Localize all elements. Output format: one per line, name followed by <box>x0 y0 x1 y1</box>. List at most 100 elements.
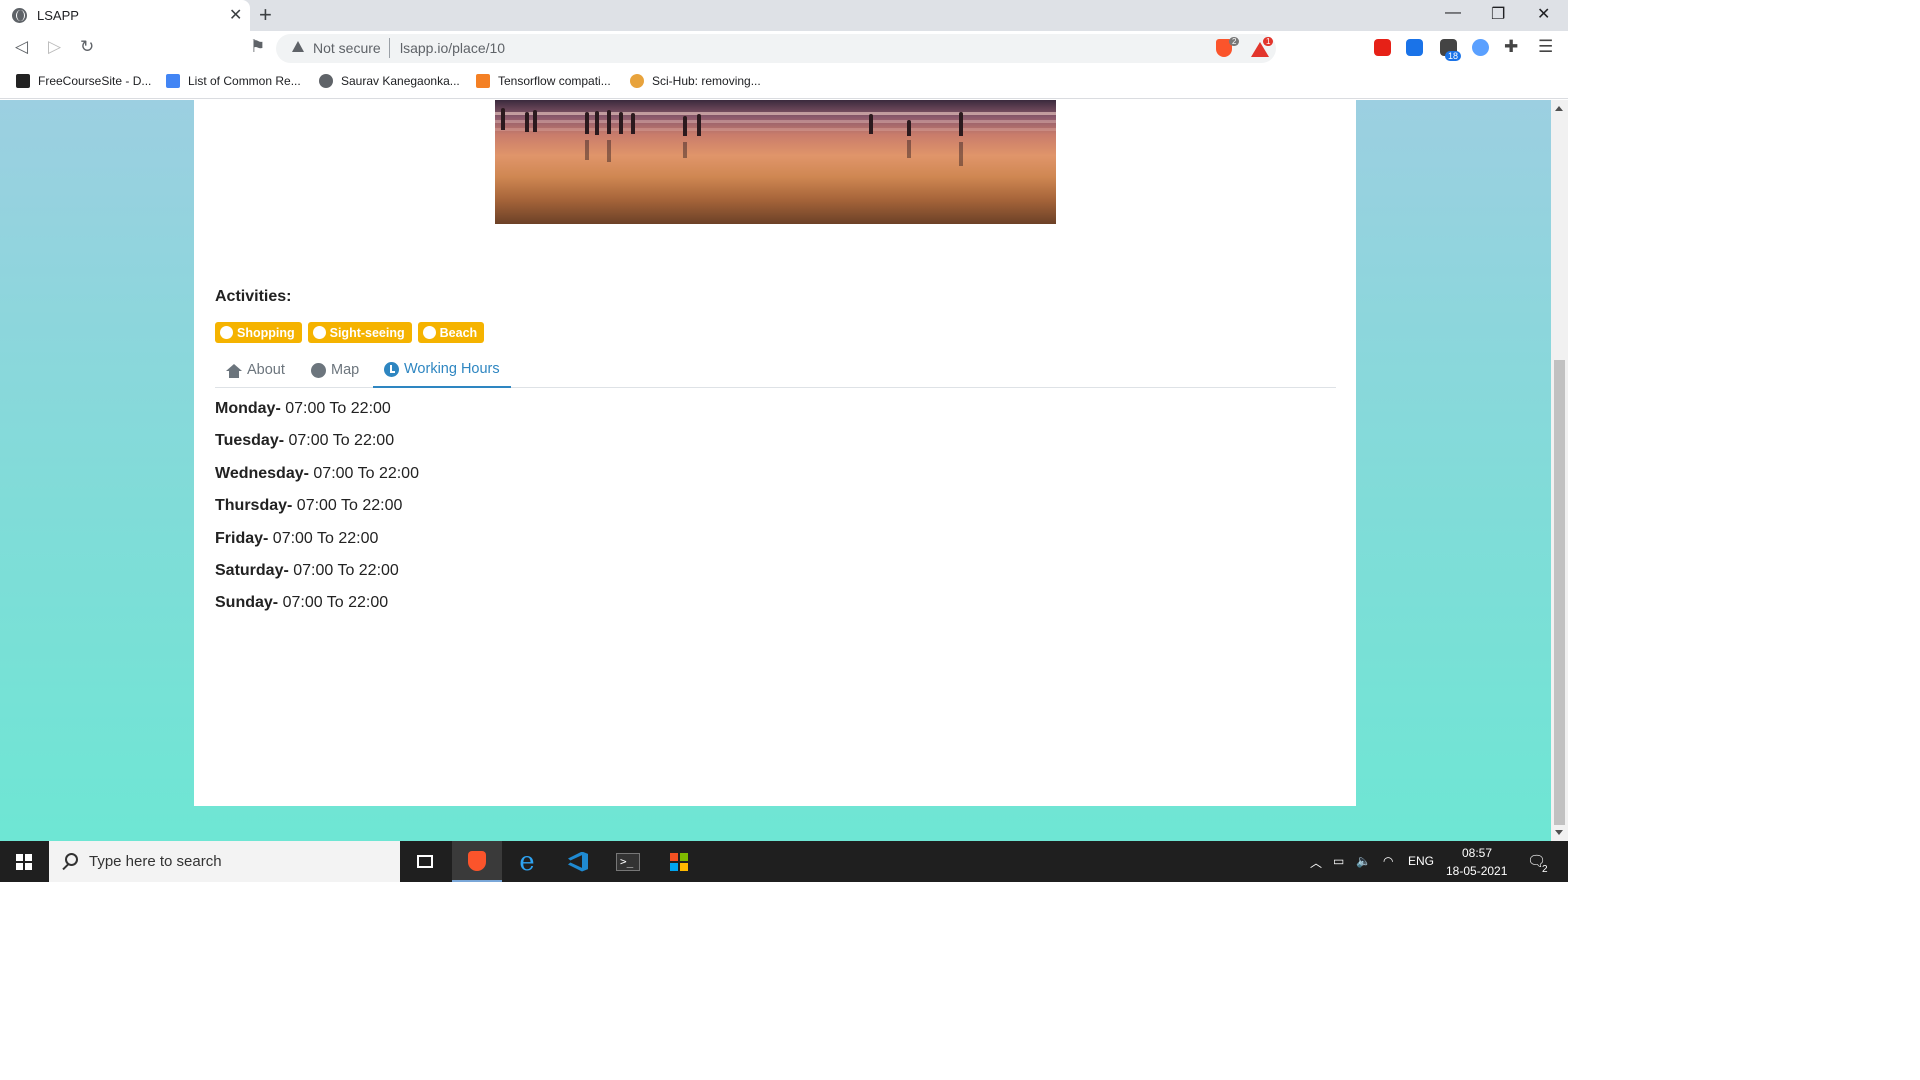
extensions-puzzle-icon[interactable]: ✚ <box>1504 37 1518 57</box>
hours-row: Monday- 07:00 To 22:00 <box>215 400 419 432</box>
youtube-extension-icon[interactable] <box>1374 39 1391 56</box>
hours-row: Sunday- 07:00 To 22:00 <box>215 594 419 626</box>
restore-icon[interactable]: ❐ <box>1491 4 1505 24</box>
sun-icon <box>313 327 325 338</box>
wifi-icon[interactable]: ◠ <box>1383 854 1393 868</box>
hours-row: Thursday- 07:00 To 22:00 <box>215 497 419 529</box>
hours-value: 07:00 To 22:00 <box>278 594 389 612</box>
brave-browser-icon[interactable] <box>452 841 502 882</box>
sun-icon <box>423 327 435 338</box>
browser-toolbar: ◁ ▷ ↻ ⚑ Not secure lsapp.io/place/10 2 1… <box>0 31 1568 66</box>
read-aloud-extension-icon[interactable] <box>1472 39 1489 56</box>
place-tabs: About Map Working Hours <box>215 352 1336 388</box>
clock-date[interactable]: 18-05-2021 <box>1446 864 1507 878</box>
close-tab-icon[interactable]: ✕ <box>229 5 242 25</box>
day-label: Saturday- <box>215 561 289 579</box>
search-icon <box>65 853 78 866</box>
minimize-icon[interactable]: — <box>1445 4 1461 22</box>
bookmark-favicon-icon <box>16 74 30 88</box>
hours-value: 07:00 To 22:00 <box>288 561 399 579</box>
day-label: Tuesday- <box>215 432 285 450</box>
menu-icon[interactable]: ☰ <box>1538 37 1553 57</box>
search-placeholder: Type here to search <box>89 853 222 870</box>
day-label: Monday- <box>215 400 281 417</box>
hours-value: 07:00 To 22:00 <box>280 400 391 417</box>
activity-badge: Shopping <box>215 322 302 343</box>
url-divider <box>389 38 390 58</box>
sun-icon <box>221 327 232 338</box>
battery-icon[interactable]: ▭ <box>1333 854 1344 868</box>
page-scrollbar[interactable] <box>1551 100 1568 841</box>
activities-heading: Activities: <box>215 288 292 305</box>
place-image <box>495 100 1056 224</box>
scroll-down-icon[interactable] <box>1555 830 1563 835</box>
globe-icon <box>319 74 333 88</box>
bookmarks-bar: FreeCourseSite - D... List of Common Re.… <box>0 66 1568 99</box>
hours-row: Friday- 07:00 To 22:00 <box>215 530 419 562</box>
edge-icon[interactable]: e <box>502 841 552 882</box>
taskbar-search[interactable]: Type here to search <box>49 841 400 882</box>
extension-count-badge: 18 <box>1445 51 1462 61</box>
activity-badge: Sight-seeing <box>307 322 412 343</box>
url-text: lsapp.io/place/10 <box>400 40 506 56</box>
stackoverflow-icon <box>476 74 490 88</box>
scroll-up-icon[interactable] <box>1555 106 1563 111</box>
notification-count: 2 <box>1542 864 1548 875</box>
bookmark-item[interactable]: Saurav Kanegaonka... <box>319 74 460 88</box>
hours-row: Wednesday- 07:00 To 22:00 <box>215 465 419 497</box>
day-label: Wednesday- <box>215 464 309 482</box>
bookmark-item[interactable]: Sci-Hub: removing... <box>630 74 761 88</box>
new-tab-icon[interactable]: + <box>259 2 272 28</box>
working-hours-list: Monday- 07:00 To 22:00 Tuesday- 07:00 To… <box>215 400 419 627</box>
tab-working-hours[interactable]: Working Hours <box>373 352 511 388</box>
hours-row: Saturday- 07:00 To 22:00 <box>215 562 419 594</box>
day-label: Friday- <box>215 529 269 547</box>
windows-taskbar: Type here to search e >_ ︿ ▭ 🔈 ◠ ENG 08:… <box>0 841 1568 882</box>
volume-icon[interactable]: 🔈 <box>1356 854 1371 868</box>
globe-icon <box>12 8 27 23</box>
back-icon[interactable]: ◁ <box>15 37 28 57</box>
docs-icon <box>166 74 180 88</box>
rewards-count-badge: 1 <box>1263 37 1274 46</box>
hours-value: 07:00 To 22:00 <box>292 497 403 515</box>
browser-tab[interactable]: LSAPP ✕ <box>0 0 250 31</box>
bookmark-item[interactable]: List of Common Re... <box>166 74 301 88</box>
scihub-icon <box>630 74 644 88</box>
hours-value: 07:00 To 22:00 <box>268 529 379 547</box>
bookmark-item[interactable]: FreeCourseSite - D... <box>16 74 151 88</box>
forward-icon[interactable]: ▷ <box>48 37 61 57</box>
close-window-icon[interactable]: ✕ <box>1537 4 1550 24</box>
scrollbar-thumb[interactable] <box>1554 360 1565 825</box>
address-bar[interactable]: Not secure lsapp.io/place/10 2 1 <box>276 34 1276 63</box>
globe-icon <box>311 362 326 378</box>
task-view-icon[interactable] <box>400 841 450 882</box>
clock-time[interactable]: 08:57 <box>1462 846 1492 860</box>
hours-value: 07:00 To 22:00 <box>284 432 395 450</box>
bookmark-item[interactable]: Tensorflow compati... <box>476 74 611 88</box>
tab-map[interactable]: Map <box>300 352 370 388</box>
hours-row: Tuesday- 07:00 To 22:00 <box>215 432 419 464</box>
vscode-icon[interactable] <box>553 841 603 882</box>
store-icon[interactable] <box>654 841 704 882</box>
home-icon <box>226 363 242 378</box>
hours-value: 07:00 To 22:00 <box>308 464 419 482</box>
tab-about[interactable]: About <box>215 352 296 388</box>
place-card: Activities: Shopping Sight-seeing Beach … <box>194 100 1356 806</box>
tab-strip: LSAPP ✕ + — ❐ ✕ <box>0 0 1568 31</box>
activity-badges: Shopping Sight-seeing Beach <box>215 322 485 343</box>
clock-icon <box>384 361 399 377</box>
activity-badge: Beach <box>417 322 485 343</box>
warning-icon <box>292 41 304 52</box>
shield-count-badge: 2 <box>1229 37 1240 46</box>
page-viewport: Activities: Shopping Sight-seeing Beach … <box>0 100 1551 841</box>
not-secure-label: Not secure <box>313 40 381 56</box>
reload-icon[interactable]: ↻ <box>80 37 94 57</box>
windows-start-icon[interactable] <box>16 854 32 870</box>
bookmark-icon[interactable]: ⚑ <box>250 37 265 57</box>
day-label: Thursday- <box>215 497 293 515</box>
screenshot-extension-icon[interactable] <box>1406 39 1423 56</box>
tray-chevron-icon[interactable]: ︿ <box>1310 854 1322 871</box>
terminal-icon[interactable]: >_ <box>603 841 653 882</box>
tab-title: LSAPP <box>37 8 79 23</box>
language-indicator[interactable]: ENG <box>1408 854 1434 868</box>
